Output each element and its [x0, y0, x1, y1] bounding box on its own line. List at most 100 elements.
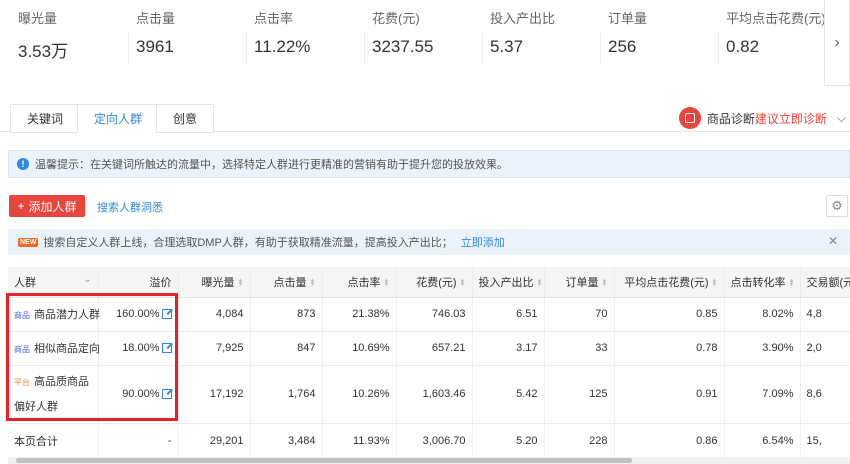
metric-value: 5.37: [490, 37, 524, 56]
ctr-cell: 10.26%: [322, 365, 397, 424]
premium-value: 160.00%: [116, 308, 160, 320]
col-impressions[interactable]: 曝光量 ▲ ▼: [178, 267, 251, 298]
gmv-cell: 15,: [800, 423, 850, 460]
table-header-row: 人群 ⌄ 溢价 曝光量 ▲ ▼ 点击量 ▲ ▼ 点击率 ▲ ▼ 花费(元) ▲ ▼ 投入产出比 ▲ ▼…: [8, 267, 850, 298]
sort-icon[interactable]: ▲ ▼: [460, 278, 466, 288]
metrics-next-button[interactable]: ›: [824, 0, 850, 86]
avg-cpc-cell: 0.85: [614, 297, 725, 332]
cvr-cell: 7.09%: [724, 365, 801, 424]
chevron-right-icon: ›: [834, 33, 840, 51]
metric-avg-cpc: 平均点击花费(元) 0.82: [718, 0, 826, 70]
sort-icon[interactable]: ▲ ▼: [712, 278, 718, 288]
impressions-cell: 17,192: [178, 365, 251, 424]
metric-value: 3961: [136, 37, 174, 56]
orders-cell: 228: [544, 423, 615, 460]
crowd-name: 商品潜力人群: [34, 309, 100, 321]
table-row: 商品 商品潜力人群 160.00% 4,084 873 21.38% 746.03…: [8, 297, 850, 332]
cost-cell: 3,006.70: [396, 423, 473, 460]
col-ctr[interactable]: 点击率 ▲ ▼: [322, 267, 397, 298]
metric-divider: [246, 33, 247, 65]
metric-divider: [128, 33, 129, 65]
diagnose-now-link[interactable]: 建议立即诊断: [755, 110, 827, 127]
sort-icon[interactable]: ▲ ▼: [789, 278, 795, 288]
sort-icon[interactable]: ▲ ▼: [537, 278, 543, 288]
cvr-cell: 3.90%: [724, 331, 801, 366]
sort-icon[interactable]: ▲ ▼: [238, 278, 244, 288]
edit-icon[interactable]: [161, 309, 172, 319]
category-tag: 商品: [14, 345, 30, 354]
metric-label: 平均点击花费(元): [726, 11, 826, 26]
add-crowd-label: 添加人群: [28, 199, 77, 214]
col-avg-cpc[interactable]: 平均点击花费(元) ▲ ▼: [614, 267, 725, 298]
settings-button[interactable]: ⚙: [826, 195, 848, 217]
tab-targeted-crowd[interactable]: 定向人群: [77, 104, 160, 133]
scrollbar-thumb[interactable]: [16, 458, 632, 463]
roi-cell: 5.42: [472, 365, 545, 424]
cvr-cell: 8.02%: [724, 297, 801, 332]
add-now-link[interactable]: 立即添加: [461, 234, 505, 250]
sort-icon[interactable]: ▲ ▼: [310, 278, 316, 288]
metric-clicks: 点击量 3961: [128, 0, 246, 70]
diagnosis-icon: [678, 107, 701, 129]
col-gmv[interactable]: 交易额(元): [800, 267, 850, 298]
clicks-cell: 873: [250, 297, 323, 332]
col-crowd[interactable]: 人群 ⌄: [8, 267, 99, 298]
impressions-cell: 29,201: [178, 423, 251, 460]
crowd-cell: 商品 相似商品定向: [8, 331, 100, 366]
col-cost[interactable]: 花费(元) ▲ ▼: [396, 267, 473, 298]
clicks-cell: 847: [250, 331, 323, 366]
chevron-down-icon[interactable]: ⌄: [83, 274, 91, 285]
orders-cell: 33: [544, 331, 615, 366]
tab-keywords[interactable]: 关键词: [10, 104, 81, 133]
info-icon: !: [17, 158, 29, 170]
metrics-strip: 曝光量 3.53万 点击量 3961 点击率 11.22% 花费(元) 3237…: [0, 0, 850, 90]
metric-ctr: 点击率 11.22%: [246, 0, 364, 70]
gmv-cell: 2,0: [800, 331, 850, 366]
banner-text: 搜索自定义人群上线，合理选取DMP人群，有助于获取精准流量，提高投入产出比；: [43, 237, 453, 249]
edit-icon[interactable]: [161, 389, 172, 399]
metric-divider: [364, 33, 365, 65]
dmp-banner: NEW 搜索自定义人群上线，合理选取DMP人群，有助于获取精准流量，提高投入产出…: [8, 229, 850, 255]
close-icon[interactable]: ✕: [828, 234, 838, 248]
horizontal-scrollbar[interactable]: [8, 457, 850, 464]
orders-cell: 70: [544, 297, 615, 332]
gmv-cell: 8,6: [800, 365, 850, 424]
premium-value: 90.00%: [122, 388, 160, 400]
total-row: 本页合计 - 29,201 3,484 11.93% 3,006.70 5.20…: [8, 423, 850, 460]
chevron-down-icon[interactable]: ⌵: [837, 111, 846, 126]
orders-cell: 125: [544, 365, 615, 424]
metric-value: 256: [608, 37, 637, 56]
gear-icon: ⚙: [831, 198, 843, 213]
product-diagnosis: 商品诊断 建议立即诊断 ⌵: [678, 104, 850, 132]
metric-value: 3.53万: [18, 42, 69, 61]
tab-creative[interactable]: 创意: [156, 104, 215, 133]
edit-icon[interactable]: [161, 343, 172, 353]
tip-text: 温馨提示：在关键词所触达的流量中，选择特定人群进行更精准的营销有助于提升您的投放…: [35, 159, 508, 171]
col-roi[interactable]: 投入产出比 ▲ ▼: [472, 267, 545, 298]
crowd-cell: 商品 商品潜力人群: [8, 297, 100, 332]
search-crowd-insight-link[interactable]: 搜索人群洞悉: [97, 199, 163, 215]
metric-label: 订单量: [608, 11, 648, 26]
tip-notice: ! 温馨提示：在关键词所触达的流量中，选择特定人群进行更精准的营销有助于提升您的…: [8, 150, 850, 178]
add-crowd-button[interactable]: + 添加人群: [9, 195, 85, 217]
metric-impressions: 曝光量 3.53万: [10, 0, 128, 70]
metric-label: 花费(元): [372, 11, 420, 26]
ctr-cell: 21.38%: [322, 297, 397, 332]
sort-icon[interactable]: ▲ ▼: [384, 278, 390, 288]
premium-cell: 160.00%: [98, 297, 179, 332]
cost-cell: 657.21: [396, 331, 473, 366]
roi-cell: 3.17: [472, 331, 545, 366]
table-row: 平台 高品质商品偏好人群 90.00% 17,192 1,764 10.26% 1…: [8, 365, 850, 424]
col-clicks[interactable]: 点击量 ▲ ▼: [250, 267, 323, 298]
table-row: 商品 相似商品定向 18.00% 7,925 847 10.69% 657.21 …: [8, 331, 850, 366]
sort-icon[interactable]: ▲ ▼: [602, 278, 608, 288]
avg-cpc-cell: 0.78: [614, 331, 725, 366]
premium-cell: -: [98, 423, 179, 460]
col-orders[interactable]: 订单量 ▲ ▼: [544, 267, 615, 298]
ctr-cell: 11.93%: [322, 423, 397, 460]
avg-cpc-cell: 0.86: [614, 423, 725, 460]
col-cvr[interactable]: 点击转化率 ▲ ▼: [724, 267, 801, 298]
roi-cell: 5.20: [472, 423, 545, 460]
avg-cpc-cell: 0.91: [614, 365, 725, 424]
diagnosis-label: 商品诊断: [706, 111, 755, 126]
